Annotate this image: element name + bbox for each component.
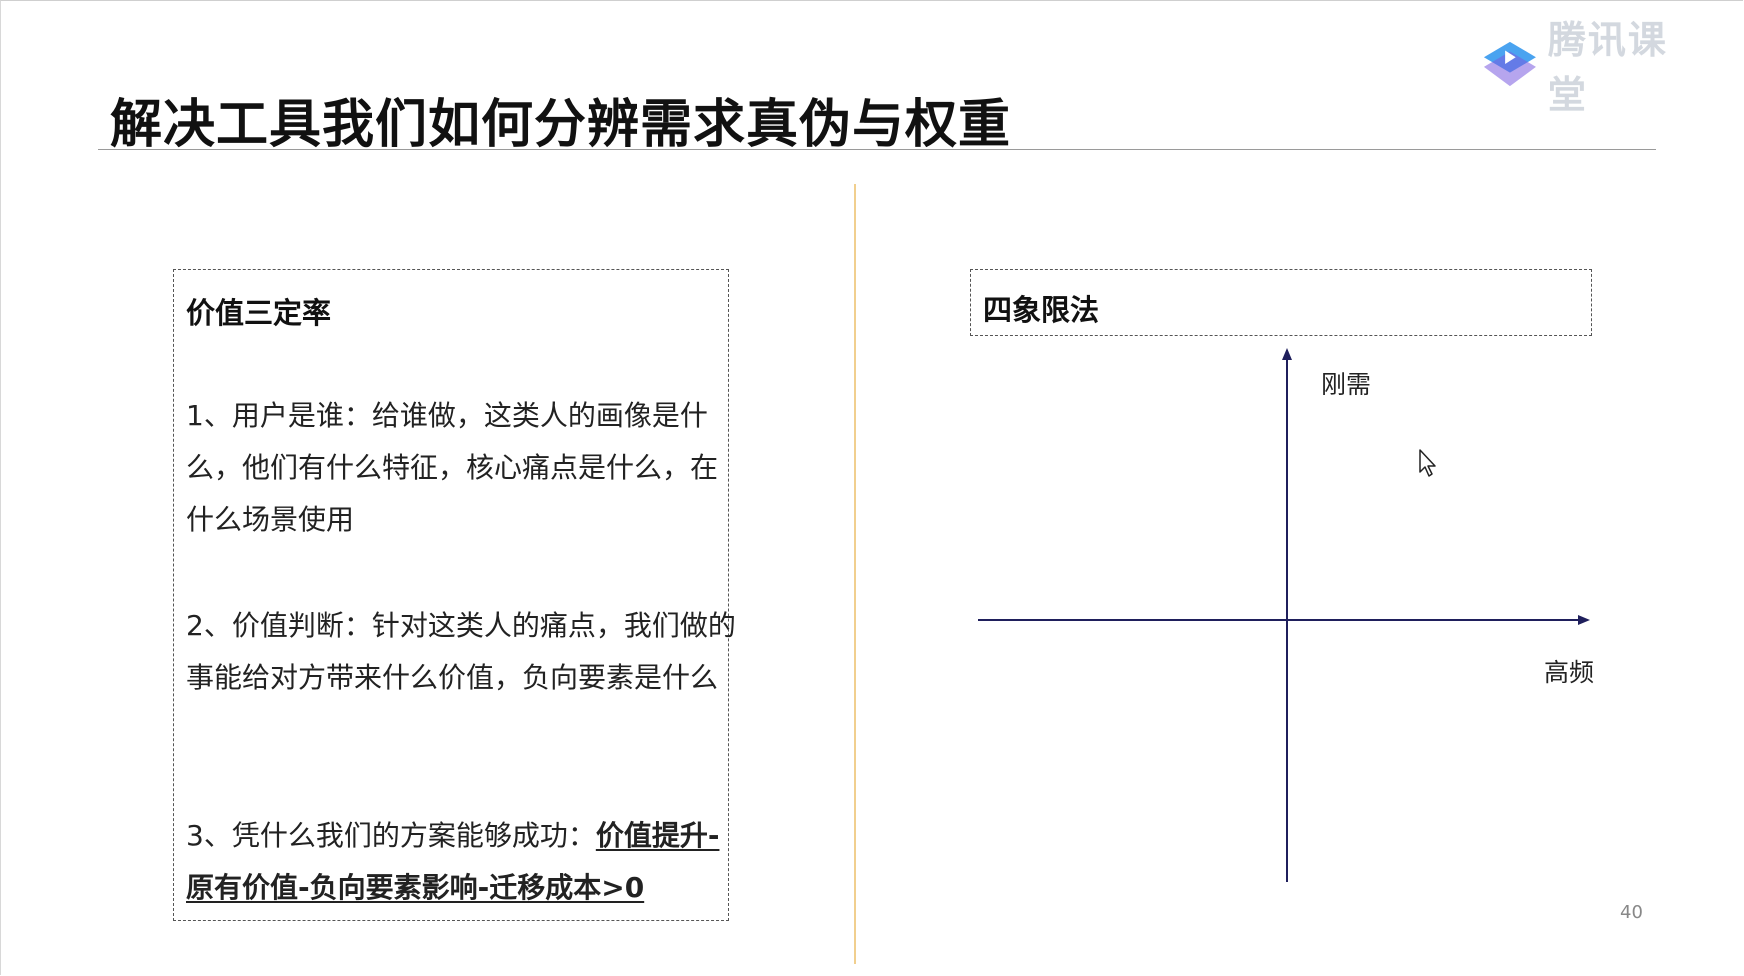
value-rules-heading: 价值三定率 bbox=[186, 296, 332, 330]
value-rule-2: 2、价值判断：针对这类人的痛点，我们做的事能给对方带来什么价值，负向要素是什么 bbox=[186, 609, 736, 694]
y-axis-arrow-icon bbox=[1282, 348, 1292, 360]
y-axis-label: 刚需 bbox=[1321, 370, 1372, 399]
value-rules-box: 价值三定率 1、用户是谁：给谁做，这类人的画像是什么，他们有什么特征，核心痛点是… bbox=[173, 269, 736, 921]
value-rule-1: 1、用户是谁：给谁做，这类人的画像是什么，他们有什么特征，核心痛点是什么，在什么… bbox=[186, 399, 719, 536]
quadrant-method-heading: 四象限法 bbox=[983, 293, 1100, 327]
value-rule-3: 3、凭什么我们的方案能够成功：价值提升-原有价值-负向要素影响-迁移成本>0 bbox=[186, 810, 736, 914]
page-title: 解决工具我们如何分辨需求真伪与权重 bbox=[110, 95, 1012, 155]
title-divider bbox=[98, 149, 1656, 150]
x-axis-label: 高频 bbox=[1544, 658, 1595, 687]
mouse-cursor-icon bbox=[1419, 449, 1436, 477]
tencent-classroom-logo-icon bbox=[1483, 41, 1536, 87]
quadrant-method-box: 四象限法 bbox=[970, 269, 1592, 336]
quadrant-axes bbox=[978, 348, 1590, 882]
center-divider bbox=[854, 184, 856, 964]
x-axis-arrow-icon bbox=[1578, 615, 1590, 625]
logo-text: 腾讯课堂 bbox=[1547, 18, 1668, 117]
page-number: 40 bbox=[1620, 902, 1643, 923]
tencent-classroom-logo: 腾讯课堂 bbox=[1482, 18, 1702, 117]
value-rule-3-text: 3、凭什么我们的方案能够成功： bbox=[186, 819, 596, 852]
